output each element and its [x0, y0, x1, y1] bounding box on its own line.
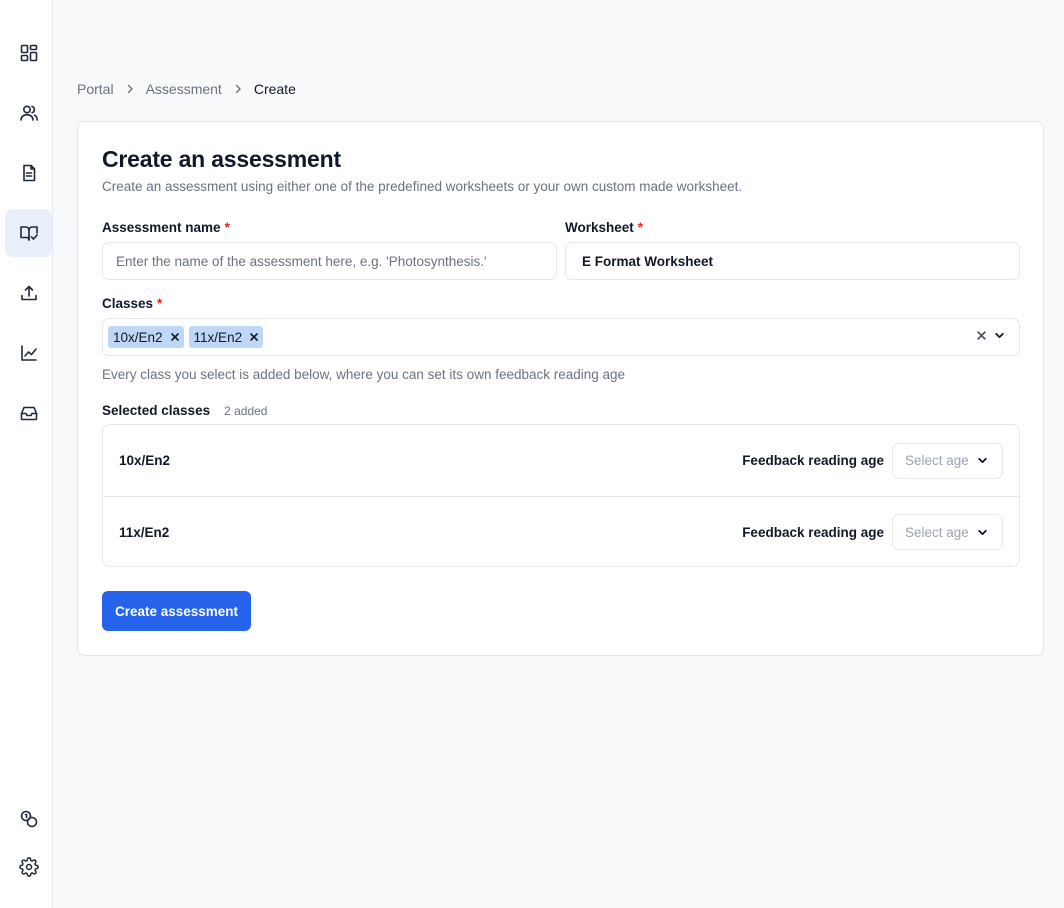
class-chip-label: 11x/En2 [193, 329, 243, 345]
breadcrumb-assessment[interactable]: Assessment [146, 81, 222, 97]
list-item: 11x/En2 Feedback reading age Select age [103, 496, 1019, 567]
coins-icon [20, 810, 37, 828]
sidebar-item-dashboard[interactable] [5, 29, 52, 77]
sidebar-item-settings[interactable] [5, 843, 52, 891]
sidebar-item-credits[interactable] [5, 795, 52, 843]
breadcrumb-current: Create [253, 81, 296, 97]
assessment-name-label: Assessment name * [102, 220, 230, 235]
worksheet-label-text: Worksheet [565, 220, 634, 235]
chart-icon [20, 345, 37, 361]
sidebar-item-documents[interactable] [5, 149, 52, 197]
breadcrumb: Portal Assessment Create [77, 80, 296, 98]
chevron-right-icon [233, 84, 243, 94]
book-check-icon [19, 226, 38, 241]
reading-age-control: Feedback reading age Select age [742, 442, 1003, 479]
class-chip: 11x/En2 [188, 326, 264, 348]
list-item: 10x/En2 Feedback reading age Select age [103, 425, 1019, 496]
reading-age-control: Feedback reading age Select age [742, 514, 1003, 550]
create-assessment-button[interactable]: Create assessment [102, 591, 251, 631]
chevron-down-icon [977, 455, 988, 466]
breadcrumb-portal[interactable]: Portal [77, 81, 114, 97]
classes-label: Classes * [102, 296, 162, 311]
page-title: Create an assessment [102, 146, 341, 172]
document-icon [22, 164, 35, 182]
worksheet-label: Worksheet * [565, 220, 643, 235]
gear-icon [18, 857, 39, 877]
chevron-right-icon [125, 84, 135, 94]
create-assessment-card: Create an assessment Create an assessmen… [77, 121, 1044, 656]
sidebar-item-upload[interactable] [5, 269, 52, 317]
remove-chip-icon[interactable] [170, 333, 179, 341]
chevron-down-icon [977, 527, 988, 538]
classes-label-text: Classes [102, 296, 154, 311]
dashboard-icon [20, 44, 37, 62]
required-marker: * [224, 220, 230, 235]
sidebar-item-assessments[interactable] [5, 209, 52, 257]
users-icon [19, 105, 38, 121]
worksheet-value: E Format Worksheet [582, 253, 714, 269]
sidebar [0, 0, 53, 908]
feedback-reading-age-label: Feedback reading age [742, 453, 884, 468]
reading-age-select[interactable]: Select age [892, 514, 1003, 550]
required-marker: * [637, 220, 644, 235]
reading-age-placeholder: Select age [905, 453, 969, 468]
selected-classes-header: Selected classes 2 added [102, 403, 267, 418]
worksheet-select[interactable]: E Format Worksheet [565, 242, 1020, 280]
upload-icon [20, 285, 37, 301]
class-name: 11x/En2 [119, 524, 170, 540]
page-subtitle: Create an assessment using either one of… [102, 179, 743, 194]
sidebar-item-inbox[interactable] [5, 389, 52, 437]
sidebar-item-users[interactable] [5, 89, 52, 137]
selected-count: 2 added [224, 404, 268, 418]
inbox-icon [20, 406, 37, 421]
remove-chip-icon[interactable] [250, 333, 258, 341]
feedback-reading-age-label: Feedback reading age [742, 524, 884, 540]
reading-age-placeholder: Select age [905, 524, 969, 540]
clear-all-icon[interactable] [977, 331, 986, 340]
sidebar-item-analytics[interactable] [5, 329, 52, 377]
class-chip: 10x/En2 [108, 326, 184, 348]
chevron-down-icon[interactable] [994, 330, 1005, 341]
multiselect-controls [977, 330, 1005, 341]
classes-multiselect[interactable]: 10x/En2 11x/En2 [102, 318, 1020, 356]
assessment-name-label-text: Assessment name [102, 220, 221, 235]
required-marker: * [157, 296, 163, 311]
selected-classes-label: Selected classes [102, 403, 211, 418]
class-chip-label: 10x/En2 [113, 329, 163, 345]
classes-helper-text: Every class you select is added below, w… [102, 367, 626, 382]
selected-classes-list: 10x/En2 Feedback reading age Select age … [102, 424, 1020, 567]
reading-age-select[interactable]: Select age [892, 442, 1003, 479]
class-name: 10x/En2 [119, 453, 171, 468]
assessment-name-input[interactable] [102, 242, 557, 280]
